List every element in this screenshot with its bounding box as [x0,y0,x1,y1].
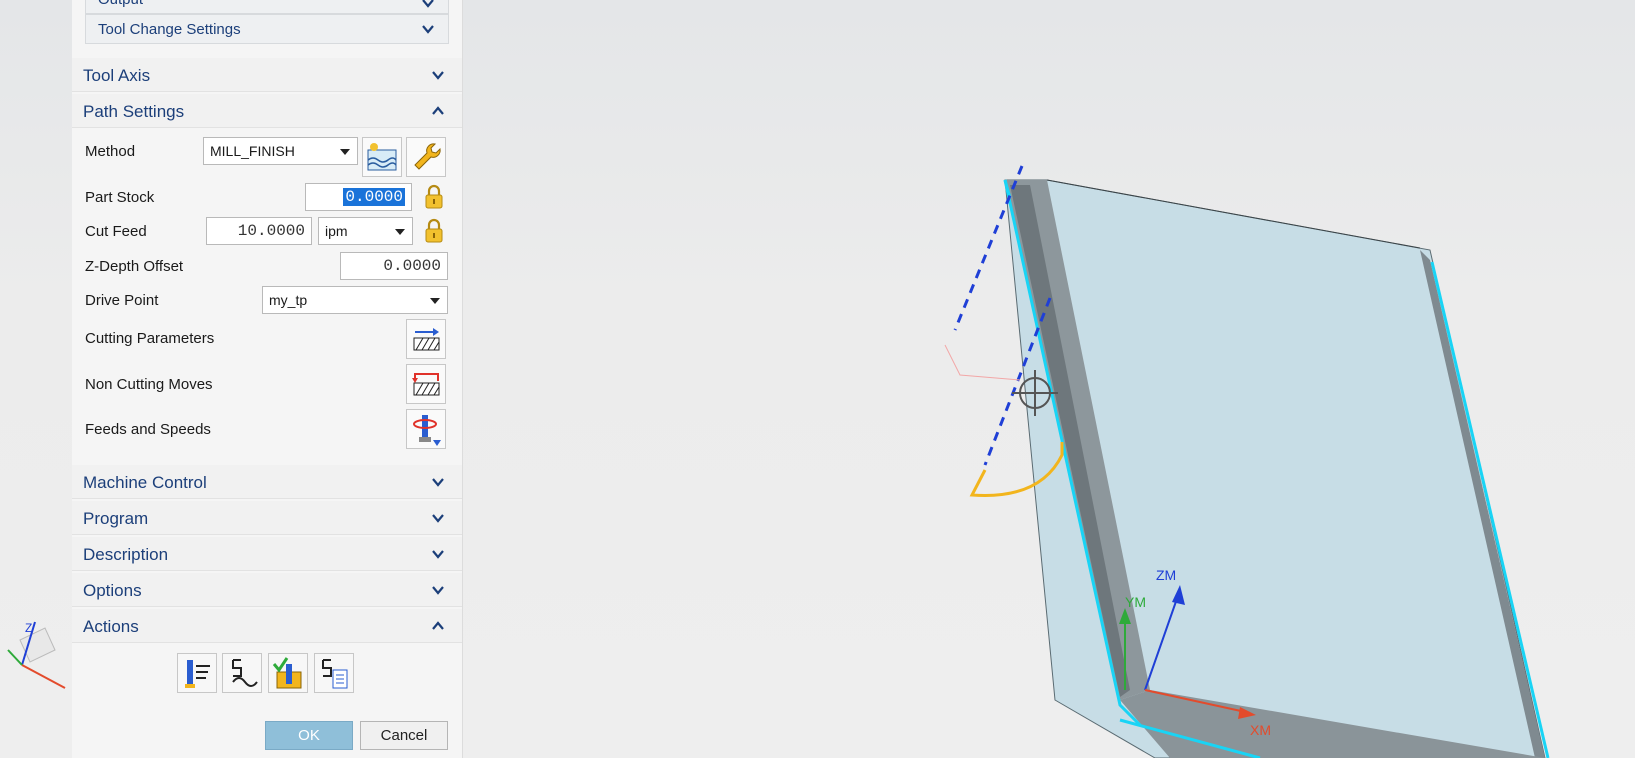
list-icon [322,659,348,689]
method-icon [367,143,397,171]
verify-button[interactable] [268,653,308,693]
method-select[interactable]: MILL_FINISH [203,137,358,165]
cutting-parameters-label: Cutting Parameters [85,330,215,347]
chevron-down-icon [420,21,436,37]
tool-change-settings-label: Tool Change Settings [98,21,241,38]
z-depth-offset-input[interactable]: 0.0000 [340,252,448,280]
drive-point-select[interactable]: my_tp [262,286,448,314]
z-depth-offset-value: 0.0000 [383,257,441,275]
chevron-down-icon [430,546,446,562]
lock-icon [425,184,443,209]
section-path-settings-label: Path Settings [83,102,185,121]
chevron-down-icon [420,0,436,11]
section-actions-label: Actions [83,617,139,636]
dropdown-arrow-icon [430,298,440,304]
cut-feed-value: 10.0000 [237,222,305,240]
non-cutting-moves-icon [412,373,440,396]
generate-button[interactable] [177,653,217,693]
method-label: Method [85,143,136,160]
triad-z-label: Z [25,621,32,635]
cancel-button[interactable]: Cancel [360,721,448,750]
cut-feed-lock-button[interactable] [423,218,445,244]
section-actions[interactable]: Actions [72,609,462,643]
chevron-down-icon [430,474,446,490]
part-stock-value: 0.0000 [343,188,405,206]
cutting-parameters-icon [413,328,440,351]
drive-point-value: my_tp [269,292,308,308]
part-stock-lock-button[interactable] [423,184,445,210]
axis-label-xm: XM [1250,722,1271,738]
verify-icon [272,657,302,689]
section-tool-axis-label: Tool Axis [83,66,151,85]
section-description[interactable]: Description [72,537,462,571]
section-program-label: Program [83,509,149,528]
chevron-up-icon [430,618,446,634]
dropdown-arrow-icon [340,149,350,155]
section-description-label: Description [83,545,169,564]
chevron-up-icon [430,103,446,119]
orientation-triad[interactable]: Z [7,621,66,689]
method-value: MILL_FINISH [210,143,295,159]
output-label: Output [98,0,143,8]
non-cutting-moves-label: Non Cutting Moves [85,376,213,393]
dropdown-arrow-icon [395,229,405,235]
lock-icon [425,218,443,243]
method-edit-button[interactable] [362,137,402,177]
axis-label-zm: ZM [1156,567,1176,583]
method-settings-button[interactable] [406,137,446,177]
cut-feed-label: Cut Feed [85,223,147,240]
section-program[interactable]: Program [72,501,462,535]
replay-icon [232,659,258,687]
output-subsection[interactable]: Output [85,0,449,14]
section-path-settings[interactable]: Path Settings [72,94,462,128]
tool-change-settings-subsection[interactable]: Tool Change Settings [85,14,449,44]
feeds-and-speeds-label: Feeds and Speeds [85,421,211,438]
feeds-and-speeds-button[interactable] [406,409,446,449]
feeds-speeds-icon [413,415,441,446]
generate-icon [185,660,210,688]
cutting-parameters-button[interactable] [406,319,446,359]
ok-button[interactable]: OK [265,721,353,750]
cut-feed-unit-value: ipm [325,223,348,239]
part-stock-input[interactable]: 0.0000 [305,183,412,211]
list-button[interactable] [314,653,354,693]
chevron-down-icon [430,67,446,83]
section-machine-control[interactable]: Machine Control [72,465,462,499]
chevron-down-icon [430,510,446,526]
non-cutting-moves-button[interactable] [406,364,446,404]
part-stock-label: Part Stock [85,189,155,206]
axis-label-ym: YM [1125,594,1146,610]
section-machine-control-label: Machine Control [83,473,207,492]
replay-button[interactable] [222,653,262,693]
cut-feed-input[interactable]: 10.0000 [206,217,312,245]
chevron-down-icon [430,582,446,598]
drive-point-label: Drive Point [85,292,159,309]
wrench-icon [414,143,441,170]
z-depth-offset-label: Z-Depth Offset [85,258,184,275]
section-options-label: Options [83,581,142,600]
section-tool-axis[interactable]: Tool Axis [72,58,462,92]
cut-feed-unit-select[interactable]: ipm [318,217,413,245]
section-options[interactable]: Options [72,573,462,607]
